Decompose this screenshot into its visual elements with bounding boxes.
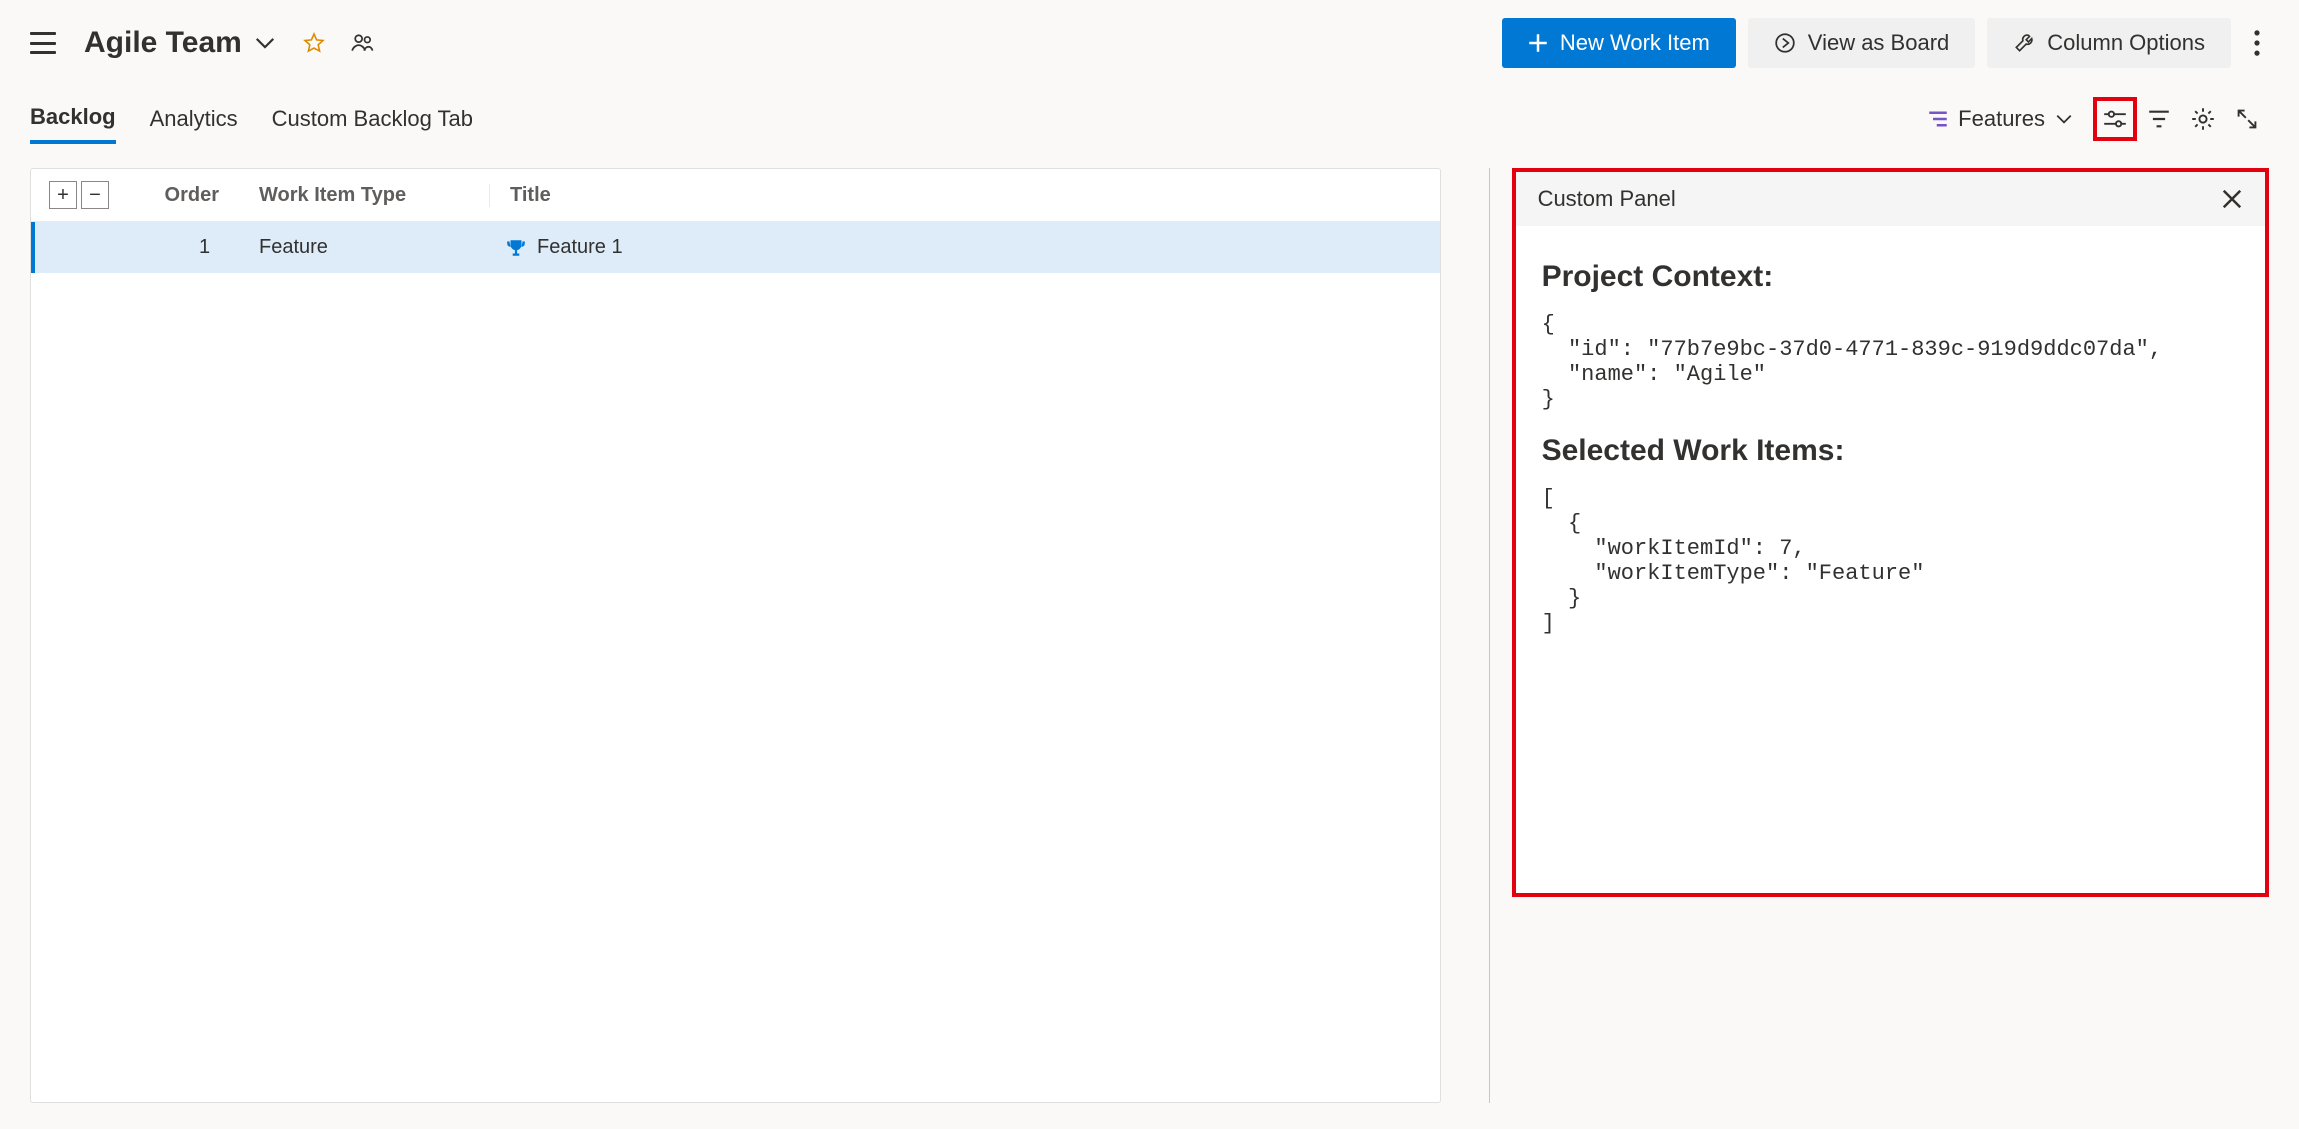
panel-title: Custom Panel xyxy=(1538,186,1676,212)
cell-type: Feature xyxy=(259,236,489,259)
backlog-level-picker[interactable]: Features xyxy=(1928,106,2073,132)
tab-backlog[interactable]: Backlog xyxy=(30,94,116,144)
more-actions-icon[interactable] xyxy=(2253,30,2261,56)
column-header-title[interactable]: Title xyxy=(489,184,1422,207)
plus-icon xyxy=(1528,33,1548,53)
view-as-board-label: View as Board xyxy=(1808,30,1949,56)
project-context-heading: Project Context: xyxy=(1542,260,2239,294)
settings-gear-icon[interactable] xyxy=(2181,97,2225,141)
expand-all-button[interactable]: + xyxy=(49,181,77,209)
custom-panel: Custom Panel Project Context: { "id": "7… xyxy=(1512,168,2269,897)
column-header-order[interactable]: Order xyxy=(139,184,259,207)
level-label: Features xyxy=(1958,106,2045,132)
side-panel-toggle-icon[interactable] xyxy=(2093,97,2137,141)
collapse-all-button[interactable]: − xyxy=(81,181,109,209)
level-icon xyxy=(1928,109,1948,129)
grid-header-row: + − Order Work Item Type Title xyxy=(31,169,1440,222)
hamburger-menu-icon[interactable] xyxy=(30,32,56,54)
close-icon[interactable] xyxy=(2221,188,2243,210)
filter-icon[interactable] xyxy=(2137,97,2181,141)
team-name[interactable]: Agile Team xyxy=(84,26,242,60)
column-header-type[interactable]: Work Item Type xyxy=(259,184,489,207)
tab-custom-backlog[interactable]: Custom Backlog Tab xyxy=(272,96,473,142)
cell-order: 1 xyxy=(139,236,259,259)
fullscreen-icon[interactable] xyxy=(2225,97,2269,141)
selected-items-json: [ { "workItemId": 7, "workItemType": "Fe… xyxy=(1542,486,2239,636)
team-members-icon[interactable] xyxy=(350,30,376,56)
view-as-board-button[interactable]: View as Board xyxy=(1748,18,1975,68)
cell-title: Feature 1 xyxy=(537,236,623,259)
column-options-label: Column Options xyxy=(2047,30,2205,56)
arrow-circle-icon xyxy=(1774,32,1796,54)
new-work-item-button[interactable]: New Work Item xyxy=(1502,18,1736,68)
new-work-item-label: New Work Item xyxy=(1560,30,1710,56)
selected-items-heading: Selected Work Items: xyxy=(1542,434,2239,468)
chevron-down-icon xyxy=(2055,110,2073,128)
column-options-button[interactable]: Column Options xyxy=(1987,18,2231,68)
team-chevron-down-icon[interactable] xyxy=(254,32,276,54)
project-context-json: { "id": "77b7e9bc-37d0-4771-839c-919d9dd… xyxy=(1542,312,2239,412)
wrench-icon xyxy=(2013,32,2035,54)
tab-analytics[interactable]: Analytics xyxy=(150,96,238,142)
backlog-grid: + − Order Work Item Type Title 1 Feature… xyxy=(30,168,1441,1103)
favorite-star-icon[interactable] xyxy=(302,31,326,55)
table-row[interactable]: 1 Feature Feature 1 xyxy=(31,222,1440,273)
feature-trophy-icon xyxy=(505,237,527,259)
